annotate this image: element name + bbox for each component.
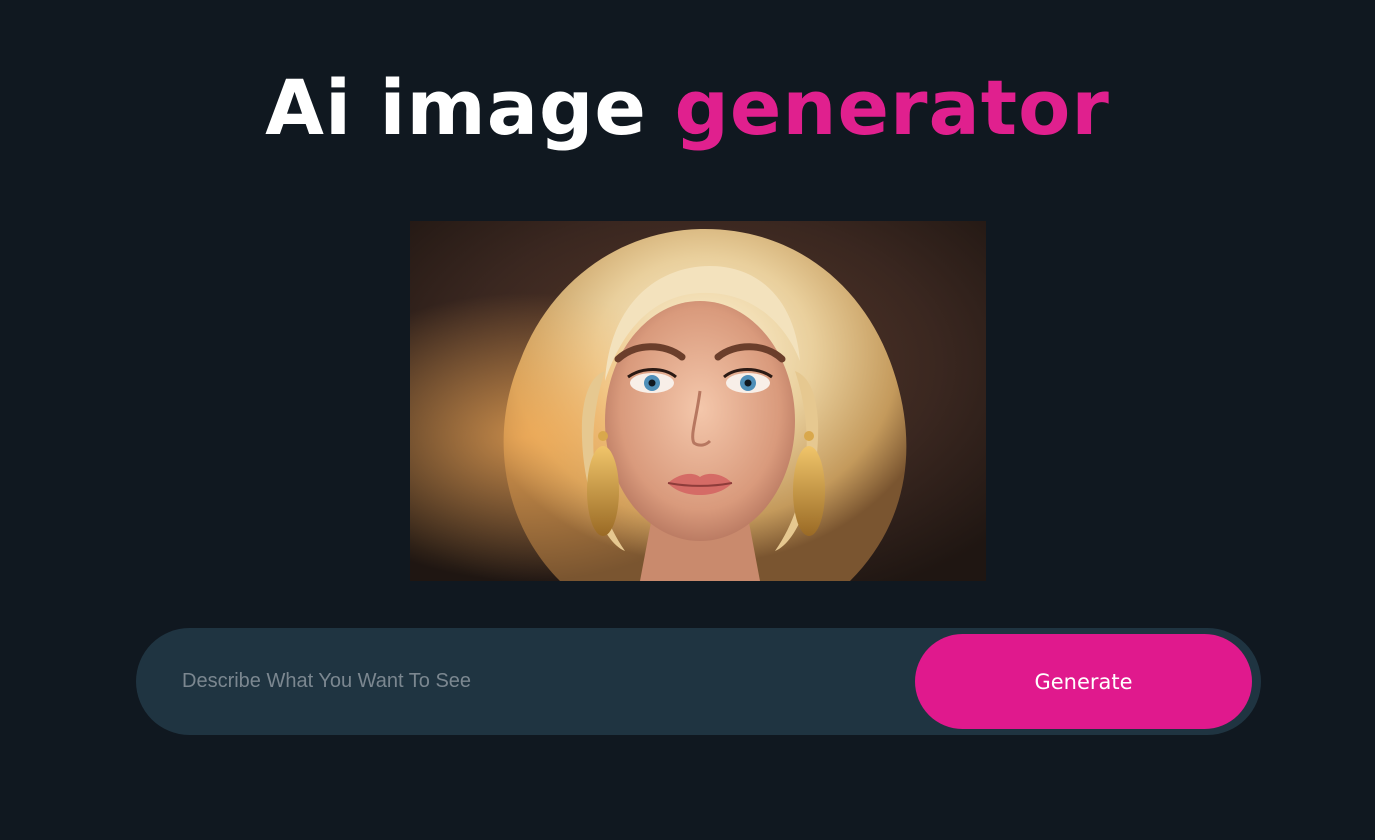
page-title: Ai image generator [0,60,1375,156]
generate-button[interactable]: Generate [915,634,1252,729]
title-main-text: Ai image [265,63,647,152]
generated-image [410,221,986,581]
page: Ai image generator Describe What You Wan… [0,0,1375,840]
portrait-illustration [410,221,986,581]
prompt-input[interactable] [182,658,882,704]
prompt-bar: Generate [136,628,1261,735]
title-accent-text: generator [674,63,1110,152]
